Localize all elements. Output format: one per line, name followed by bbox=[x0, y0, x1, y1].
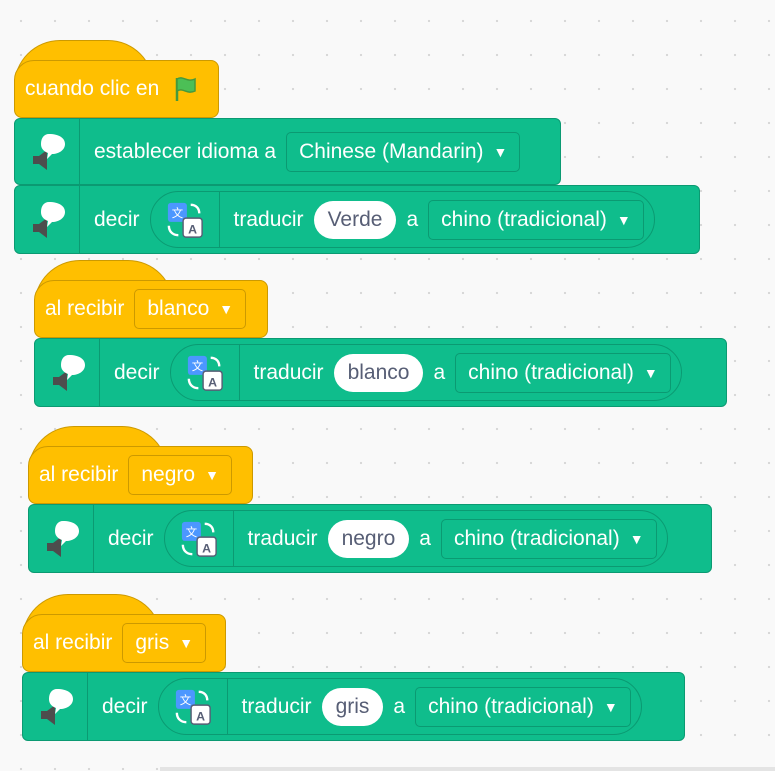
language-dropdown[interactable]: Chinese (Mandarin) ▼ bbox=[286, 131, 521, 172]
hat-label: al recibir bbox=[39, 463, 119, 486]
speak-icon bbox=[39, 517, 83, 561]
target-language-value: chino (tradicional) bbox=[428, 694, 594, 718]
text2speech-icon-cell bbox=[29, 505, 94, 572]
translate-icon-cell bbox=[165, 511, 234, 566]
to-label: a bbox=[406, 207, 419, 231]
target-language-dropdown[interactable]: chino (tradicional) ▼ bbox=[440, 518, 657, 559]
text2speech-icon-cell bbox=[35, 339, 100, 406]
message-value: blanco bbox=[147, 297, 210, 320]
translate-icon bbox=[180, 520, 218, 558]
green-flag-icon bbox=[176, 77, 197, 101]
dropdown-caret-icon: ▼ bbox=[179, 635, 194, 651]
to-label: a bbox=[433, 360, 446, 384]
message-value: negro bbox=[141, 463, 196, 486]
dropdown-caret-icon: ▼ bbox=[219, 301, 234, 317]
say-block[interactable]: decir traducir Verde a chino (tradiciona… bbox=[14, 185, 700, 254]
text-input[interactable]: Verde bbox=[313, 200, 397, 239]
to-label: a bbox=[393, 694, 406, 718]
translate-label: traducir bbox=[241, 694, 312, 718]
language-value: Chinese (Mandarin) bbox=[299, 139, 484, 163]
translate-icon-cell bbox=[159, 679, 228, 734]
to-label: a bbox=[419, 526, 431, 550]
translate-icon-cell bbox=[171, 345, 240, 400]
horizontal-scrollbar[interactable] bbox=[160, 767, 775, 771]
when-i-receive-block[interactable]: al recibir negro ▼ bbox=[28, 446, 253, 504]
speak-icon bbox=[33, 685, 77, 729]
hat-label: cuando clic en bbox=[25, 77, 160, 100]
translate-label: traducir bbox=[253, 360, 324, 384]
text2speech-icon-cell bbox=[15, 186, 80, 253]
translate-reporter[interactable]: traducir blanco a chino (tradicional) ▼ bbox=[169, 344, 682, 401]
text2speech-icon-cell bbox=[15, 119, 80, 184]
when-i-receive-block[interactable]: al recibir blanco ▼ bbox=[34, 280, 268, 338]
say-label: decir bbox=[114, 360, 160, 384]
say-label: decir bbox=[102, 694, 148, 718]
message-dropdown[interactable]: blanco ▼ bbox=[134, 289, 247, 329]
dropdown-caret-icon: ▼ bbox=[629, 530, 644, 547]
target-language-value: chino (tradicional) bbox=[453, 526, 620, 550]
translate-reporter[interactable]: traducir negro a chino (tradicional) ▼ bbox=[163, 510, 668, 567]
translate-icon bbox=[186, 354, 224, 392]
speak-icon bbox=[25, 198, 69, 242]
translate-label: traducir bbox=[247, 526, 318, 550]
target-language-dropdown[interactable]: chino (tradicional) ▼ bbox=[455, 352, 671, 393]
hat-label: al recibir bbox=[45, 297, 125, 320]
when-flag-clicked-block[interactable]: cuando clic en bbox=[14, 60, 219, 118]
when-i-receive-block[interactable]: al recibir gris ▼ bbox=[22, 614, 226, 672]
dropdown-caret-icon: ▼ bbox=[643, 364, 658, 381]
translate-reporter[interactable]: traducir Verde a chino (tradicional) ▼ bbox=[149, 191, 655, 248]
text2speech-icon-cell bbox=[23, 673, 88, 740]
target-language-dropdown[interactable]: chino (tradicional) ▼ bbox=[415, 686, 631, 727]
translate-reporter[interactable]: traducir gris a chino (tradicional) ▼ bbox=[157, 678, 642, 735]
target-language-dropdown[interactable]: chino (tradicional) ▼ bbox=[428, 199, 644, 240]
message-dropdown[interactable]: negro ▼ bbox=[128, 455, 232, 495]
text-input[interactable]: gris bbox=[321, 687, 384, 726]
dropdown-caret-icon: ▼ bbox=[205, 467, 219, 483]
dropdown-caret-icon: ▼ bbox=[493, 143, 508, 160]
translate-label: traducir bbox=[233, 207, 304, 231]
say-label: decir bbox=[94, 207, 140, 231]
translate-icon bbox=[166, 201, 204, 239]
set-language-block[interactable]: establecer idioma a Chinese (Mandarin) ▼ bbox=[14, 118, 561, 185]
dropdown-caret-icon: ▼ bbox=[603, 698, 618, 715]
hat-label: al recibir bbox=[33, 631, 113, 654]
speak-icon bbox=[45, 351, 89, 395]
message-dropdown[interactable]: gris ▼ bbox=[122, 623, 207, 663]
speak-icon bbox=[25, 130, 69, 174]
target-language-value: chino (tradicional) bbox=[441, 207, 607, 231]
say-block[interactable]: decir traducir blanco a chino (tradicion… bbox=[34, 338, 727, 407]
dropdown-caret-icon: ▼ bbox=[616, 211, 631, 228]
translate-icon bbox=[174, 688, 212, 726]
say-label: decir bbox=[108, 526, 154, 550]
translate-icon-cell bbox=[151, 192, 220, 247]
text-input[interactable]: blanco bbox=[333, 353, 424, 392]
say-block[interactable]: decir traducir gris a chino (tradicional… bbox=[22, 672, 685, 741]
message-value: gris bbox=[135, 631, 170, 654]
text-input[interactable]: negro bbox=[327, 519, 410, 558]
set-language-label: establecer idioma a bbox=[94, 139, 277, 163]
say-block[interactable]: decir traducir negro a chino (tradiciona… bbox=[28, 504, 712, 573]
target-language-value: chino (tradicional) bbox=[468, 360, 634, 384]
